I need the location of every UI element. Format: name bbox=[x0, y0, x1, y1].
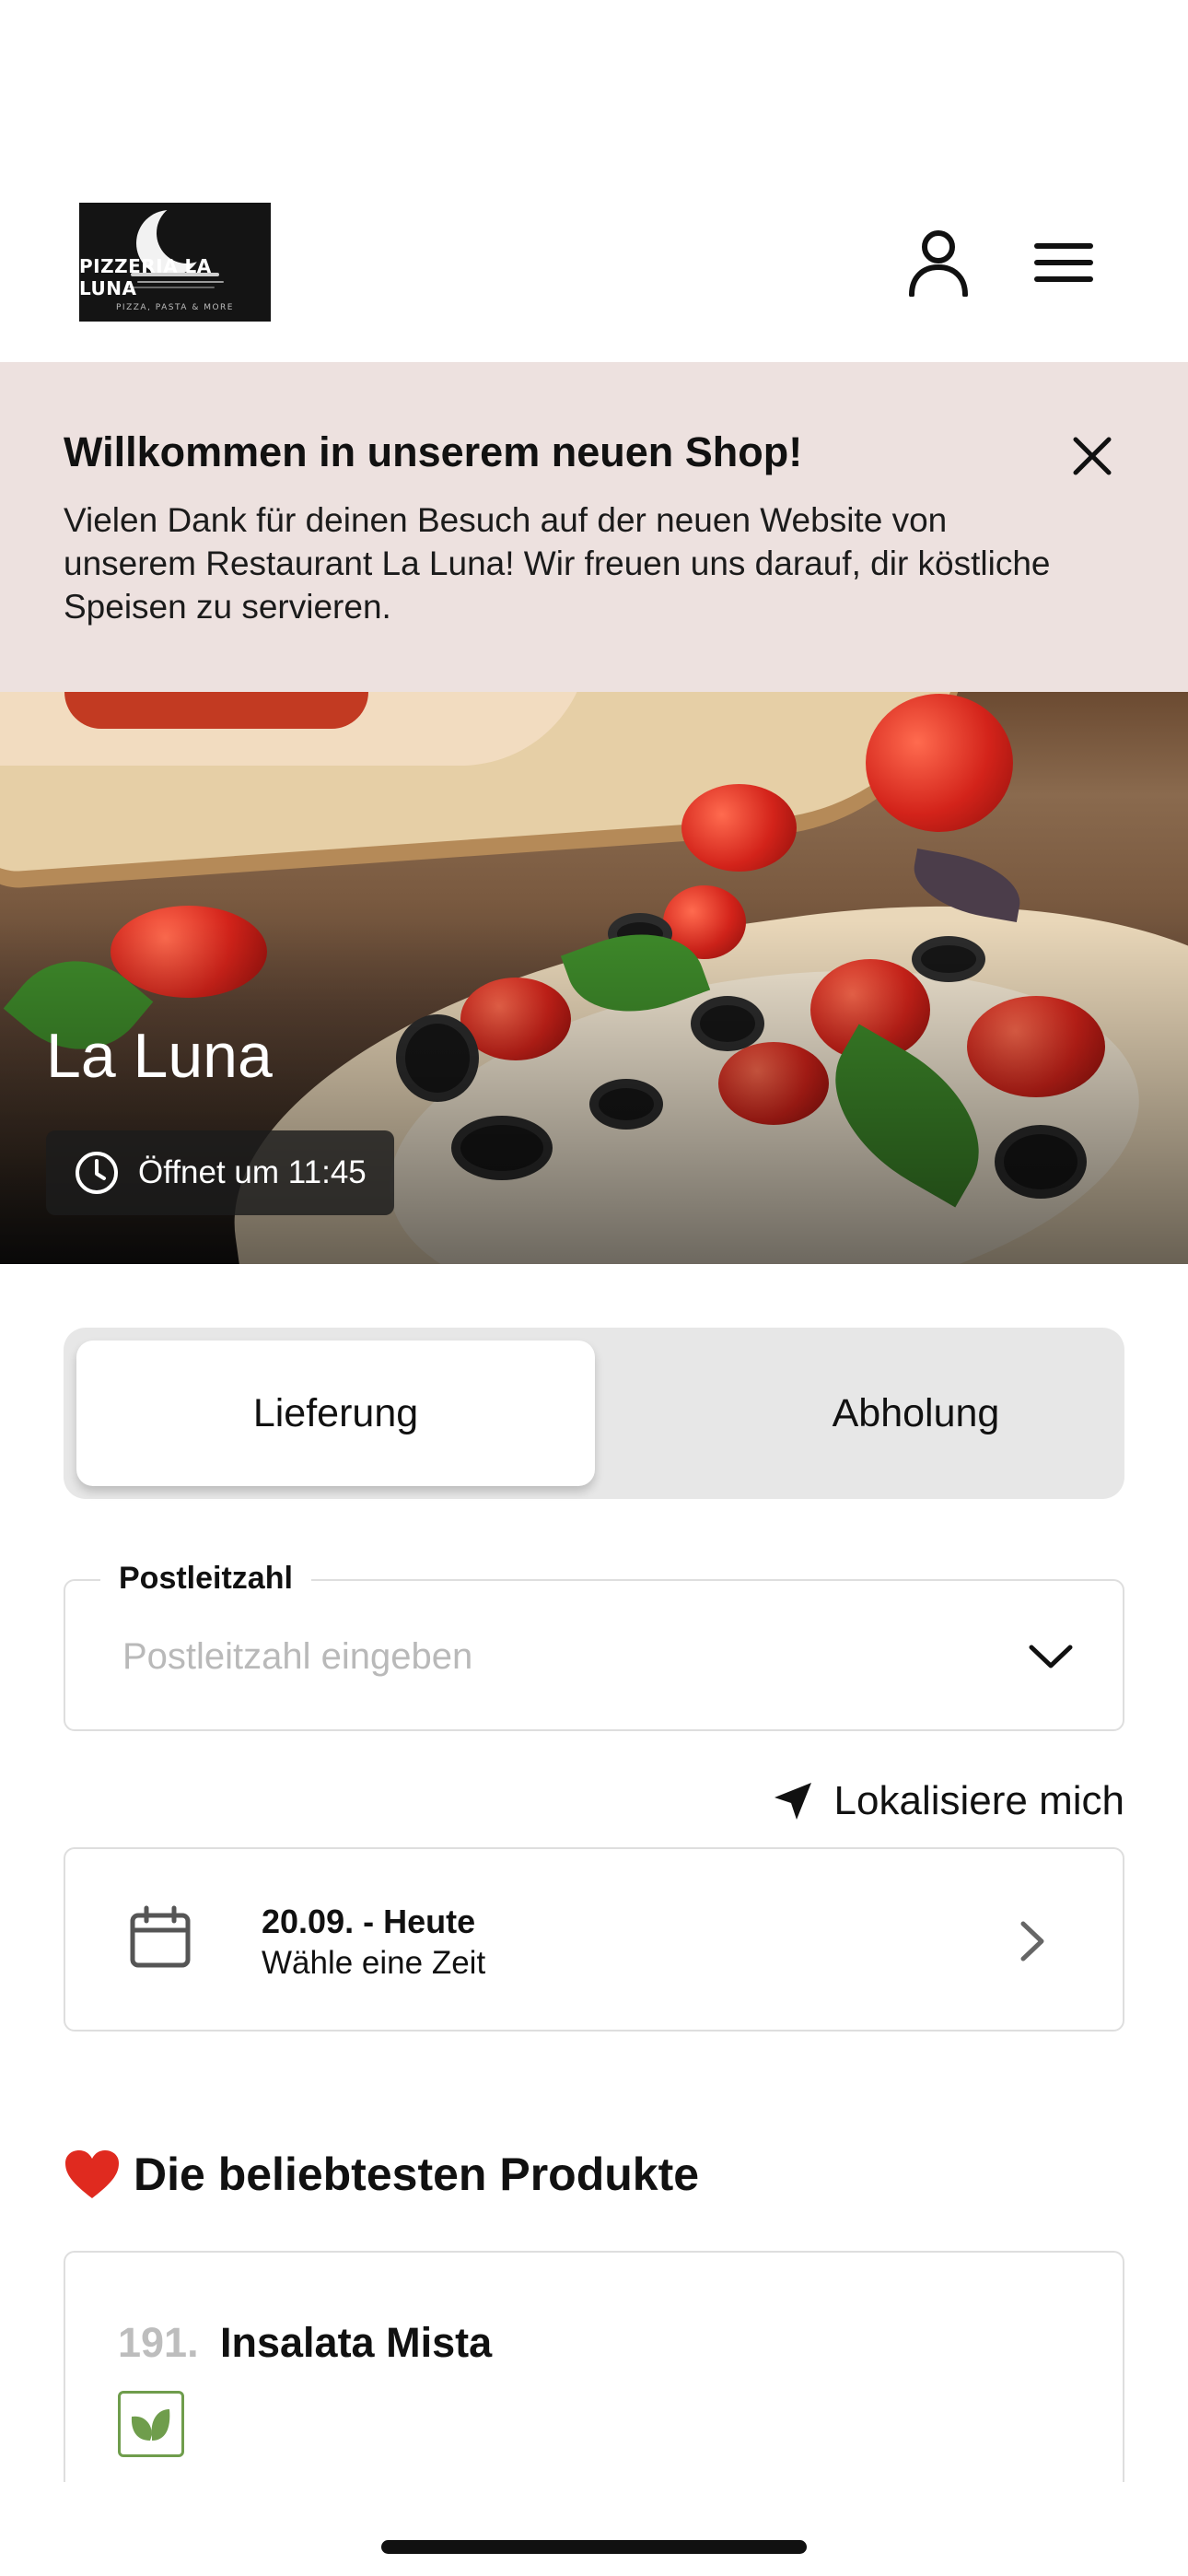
banner-title: Willkommen in unserem neuen Shop! bbox=[64, 428, 803, 475]
tab-pickup[interactable]: Abholung bbox=[657, 1341, 1175, 1486]
postal-code-label: Postleitzahl bbox=[100, 1561, 311, 1597]
date-time-selector[interactable]: 20.09. - Heute Wähle eine Zeit bbox=[64, 1847, 1124, 2032]
chevron-right-icon bbox=[1005, 1914, 1060, 1969]
selected-date: 20.09. - Heute bbox=[262, 1903, 476, 1940]
logo-name: PIZZERIA LA LUNA bbox=[79, 255, 212, 299]
bottom-safe-area bbox=[0, 2482, 1188, 2576]
tab-delivery[interactable]: Lieferung bbox=[76, 1341, 595, 1486]
postal-code-input[interactable] bbox=[122, 1629, 951, 1684]
chevron-down-icon bbox=[1029, 1645, 1073, 1669]
popular-products-heading: Die beliebtesten Produkte bbox=[64, 2142, 699, 2207]
banner-text: Vielen Dank für deinen Besuch auf der ne… bbox=[64, 501, 1051, 626]
vegetarian-leaf-icon bbox=[118, 2391, 184, 2457]
clock-icon bbox=[74, 1150, 120, 1196]
choose-time-label: Wähle eine Zeit bbox=[262, 1945, 486, 1981]
logo-tagline: PIZZA, PASTA & MORE bbox=[116, 303, 234, 312]
banner-close-button[interactable] bbox=[1055, 419, 1129, 493]
product-name: Insalata Mista bbox=[220, 2319, 493, 2366]
account-button[interactable] bbox=[897, 221, 980, 304]
header: PIZZERIA LA LUNA PIZZA, PASTA & MORE bbox=[0, 0, 1188, 362]
postal-code-dropdown-button[interactable] bbox=[1023, 1629, 1078, 1684]
hamburger-menu-icon bbox=[1034, 243, 1093, 282]
location-arrow-icon bbox=[770, 1778, 816, 1824]
user-icon bbox=[909, 230, 968, 297]
close-icon bbox=[1073, 437, 1112, 475]
locate-me-label: Lokalisiere mich bbox=[833, 1778, 1124, 1823]
postal-code-field: Postleitzahl bbox=[64, 1561, 1124, 1731]
welcome-banner: Willkommen in unserem neuen Shop! Vielen… bbox=[0, 362, 1188, 692]
restaurant-title: La Luna bbox=[46, 1021, 273, 1091]
opening-status-badge: Öffnet um 11:45 bbox=[46, 1130, 394, 1215]
delivery-mode-toggle: Lieferung Abholung bbox=[64, 1328, 1124, 1499]
hero-image: La Luna Öffnet um 11:45 bbox=[0, 692, 1188, 1264]
calendar-icon bbox=[130, 1905, 191, 1968]
opening-status-text: Öffnet um 11:45 bbox=[138, 1154, 367, 1190]
locate-me-button[interactable]: Lokalisiere mich bbox=[755, 1769, 1124, 1833]
restaurant-logo[interactable]: PIZZERIA LA LUNA PIZZA, PASTA & MORE bbox=[79, 203, 271, 322]
popular-products-title: Die beliebtesten Produkte bbox=[134, 2149, 700, 2200]
menu-button[interactable] bbox=[1022, 221, 1105, 304]
heart-icon bbox=[64, 2146, 121, 2203]
product-number: 191. bbox=[118, 2319, 199, 2366]
home-indicator[interactable] bbox=[381, 2540, 807, 2554]
